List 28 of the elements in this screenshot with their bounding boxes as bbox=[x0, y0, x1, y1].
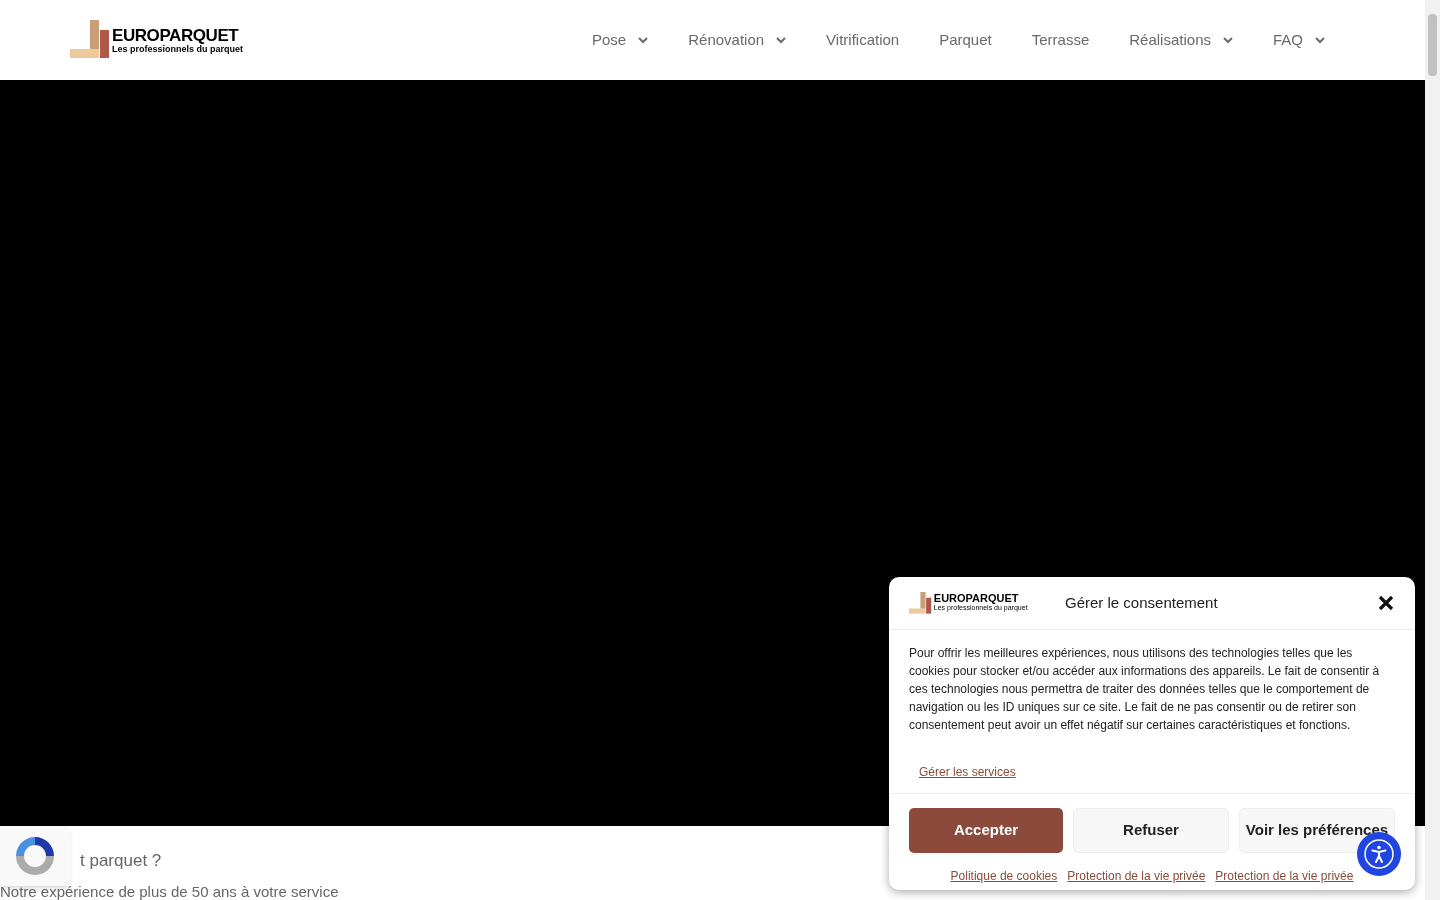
logo-name: EUROPARQUET bbox=[112, 26, 240, 44]
nav-link[interactable]: FAQ bbox=[1273, 28, 1325, 52]
accept-button[interactable]: Accepter bbox=[909, 808, 1063, 853]
nav-link[interactable]: Vitrification bbox=[826, 28, 900, 52]
policy-link[interactable]: Protection de la vie privée bbox=[1215, 867, 1354, 885]
logo-icon bbox=[909, 591, 932, 615]
scrollbar-thumb[interactable] bbox=[1428, 14, 1437, 76]
logo-icon bbox=[70, 20, 110, 60]
dialog-button[interactable]: Refuser bbox=[1073, 808, 1229, 853]
nav-link[interactable]: Terrasse bbox=[1031, 28, 1090, 52]
nav-link[interactable]: Rénovation bbox=[688, 28, 787, 52]
section-heading: t parquet ? bbox=[80, 850, 162, 872]
nav-link[interactable]: Réalisations bbox=[1129, 28, 1233, 52]
policy-link[interactable]: Politique de cookies bbox=[950, 867, 1058, 885]
section-subheading: Notre expérience de plus de 50 ans à votre service bbox=[0, 885, 339, 899]
consent-text: Pour offrir les meilleures expériences, nous utilisons des technologies telles que les cookies pour stocker et/ou accéder aux informations des appareils. Le fait de consentir à ces technologies nous permettra de traiter des données telles que le comportement de navigation ou les ID uniques sur ce site. Le fait de ne pas consentir ou de retirer son consentement peut avoir un effet négatif sur certaines caractéristiques et fonctions. bbox=[909, 645, 1381, 734]
dialog-title: Gérer le consentement bbox=[1065, 592, 1218, 613]
nav-link[interactable]: Pose bbox=[592, 28, 649, 52]
logo-tagline: Les professionnels du parquet bbox=[112, 43, 244, 54]
accessibility-icon bbox=[1363, 838, 1395, 870]
close-button[interactable] bbox=[1377, 594, 1395, 612]
recaptcha-badge[interactable] bbox=[0, 826, 70, 886]
policy-link[interactable]: Protection de la vie privée bbox=[1067, 867, 1206, 885]
dialog-button[interactable]: Voir les préférences bbox=[1239, 808, 1395, 853]
manage-services-link[interactable]: Gérer les services bbox=[919, 765, 1016, 779]
nav-link[interactable]: Parquet bbox=[939, 28, 992, 52]
logo-name: EUROPARQUET bbox=[933, 593, 1019, 605]
scrollbar[interactable] bbox=[1425, 0, 1440, 900]
